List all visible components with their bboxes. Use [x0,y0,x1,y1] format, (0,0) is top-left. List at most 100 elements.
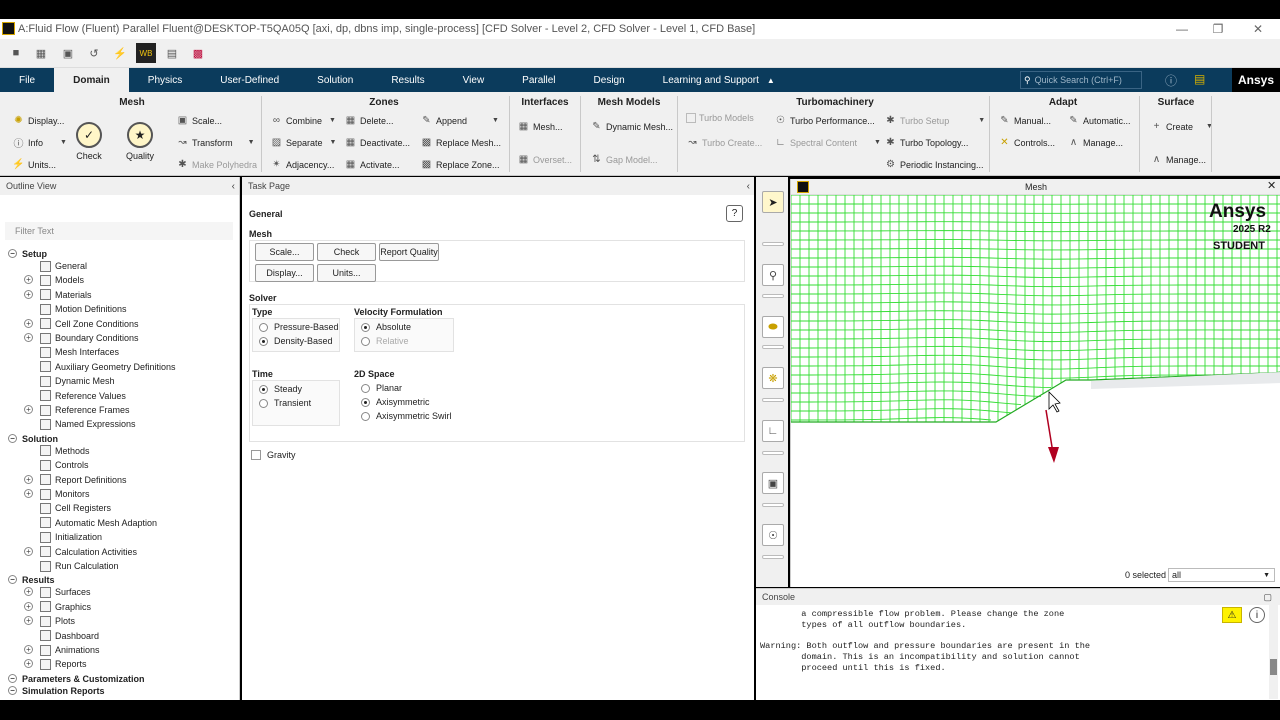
save-icon[interactable]: ▣ [60,45,76,61]
pointer-tool-icon[interactable]: ➤ [762,191,784,213]
tree-item-run-calculation[interactable]: Run Calculation [40,559,119,573]
tree-item-materials[interactable]: + Materials [24,288,92,302]
expand-icon[interactable]: + [24,659,33,669]
copy-image-icon[interactable]: ▣ [762,472,784,494]
axisymmetric-swirl-radio[interactable]: Axisymmetric Swirl [361,411,452,421]
tab-design[interactable]: Design [575,68,644,92]
collapse-icon[interactable]: − [8,249,17,258]
tab-physics[interactable]: Physics [129,68,201,92]
tab-learning-support[interactable]: Learning and Support [644,68,767,92]
tree-item-reports[interactable]: + Reports [24,657,87,671]
expand-icon[interactable]: + [24,405,33,414]
zones-deactivate-button[interactable]: ▦ Deactivate... [344,136,410,149]
toolbar-expander[interactable] [762,345,784,349]
dynamic-mesh-button[interactable]: ✎ Dynamic Mesh... [590,120,673,133]
adapt-manage-button[interactable]: ∧ Manage... [1067,136,1123,149]
collapse-icon[interactable]: − [8,433,17,443]
expand-icon[interactable]: + [24,289,33,299]
zones-delete-button[interactable]: ▦ Delete... [344,114,394,127]
zones-append-button[interactable]: ✎ Append ▼ [420,114,499,127]
zones-adjacency-button[interactable]: ✴ Adjacency... [270,158,334,171]
tree-item-reference-frames[interactable]: + Reference Frames [24,403,130,417]
expand-icon[interactable]: + [24,333,33,342]
tree-item-animations[interactable]: + Animations [24,643,100,657]
open-case-icon[interactable]: ▦ [33,45,49,61]
tree-item-controls[interactable]: Controls [40,458,89,472]
expand-icon[interactable]: + [24,601,33,611]
tab-results[interactable]: Results [372,68,443,92]
notes-icon[interactable]: ▤ [1194,72,1205,86]
turbo-setup-button[interactable]: ✱ Turbo Setup ▼ [884,114,985,127]
workbench-icon[interactable]: WB [136,43,156,63]
zones-combine-button[interactable]: ∞ Combine ▼ [270,114,336,127]
tree-item-methods[interactable]: Methods [40,444,90,458]
tab-file[interactable]: File [0,68,54,92]
make-polyhedra-button[interactable]: ✱ Make Polyhedra [176,158,257,171]
mesh-transform-button[interactable]: ↝ Transform ▼ [176,136,254,149]
tree-item-boundary-conditions[interactable]: + Boundary Conditions [24,331,139,345]
expand-icon[interactable]: ▢ [1263,592,1272,603]
mesh-quality-button[interactable]: ★ Quality [126,122,154,161]
turbo-create-button[interactable]: ↝ Turbo Create... [686,136,762,149]
mesh-info-button[interactable]: ⓘ Info ▼ [12,136,67,151]
tree-item-initialization[interactable]: Initialization [40,530,102,544]
expand-icon[interactable]: + [24,474,33,484]
axisymmetric-radio[interactable]: Axisymmetric [361,397,430,407]
check-button[interactable]: Check [317,243,376,261]
axes-icon[interactable]: ∟ [762,420,784,442]
tree-item-calculation-activities[interactable]: + Calculation Activities [24,545,137,559]
relative-radio[interactable]: Relative [361,336,409,346]
collapse-panel-icon[interactable]: ‹ [747,181,750,192]
report-icon[interactable]: ▤ [164,45,180,61]
zones-separate-button[interactable]: ▨ Separate ▼ [270,136,337,149]
tree-item-reference-values[interactable]: Reference Values [40,389,126,403]
gap-model-button[interactable]: ⇅ Gap Model... [590,153,657,166]
zones-replace-mesh-button[interactable]: ▩ Replace Mesh... [420,136,501,149]
collapse-icon[interactable]: − [8,673,17,683]
spectral-content-button[interactable]: ∟ Spectral Content ▼ [774,136,881,149]
tree-item-models[interactable]: + Models [24,273,84,287]
filter-text-input[interactable]: Filter Text [5,222,233,240]
close-icon[interactable]: ✕ [1267,179,1276,192]
console-scrollbar[interactable] [1269,605,1278,699]
tree-item-automatic-mesh-adaption[interactable]: Automatic Mesh Adaption [40,516,157,530]
expand-icon[interactable]: + [24,546,33,556]
tab-domain[interactable]: Domain [54,68,129,92]
tree-item-report-definitions[interactable]: + Report Definitions [24,473,127,487]
turbo-models-checkbox[interactable]: Turbo Models [686,113,754,123]
collapse-icon[interactable]: − [8,685,17,695]
tree-item-surfaces[interactable]: + Surfaces [24,585,91,599]
minimize-button[interactable]: — [1164,19,1200,39]
tab-view[interactable]: View [444,68,504,92]
console-scrollbar-thumb[interactable] [1270,659,1277,675]
toolbar-expander[interactable] [762,294,784,298]
mesh-canvas[interactable] [791,195,1280,569]
expand-icon[interactable]: + [24,587,33,597]
transient-radio[interactable]: Transient [259,398,311,408]
density-based-radio[interactable]: Density-Based [259,336,333,346]
mesh-display-button[interactable]: ✺ Display... [12,114,64,127]
interfaces-mesh-button[interactable]: ▦ Mesh... [517,120,563,133]
maximize-button[interactable]: ❐ [1200,19,1236,39]
absolute-radio[interactable]: Absolute [361,322,411,332]
tree-item-monitors[interactable]: + Monitors [24,487,90,501]
toolbar-expander[interactable] [762,503,784,507]
tab-solution[interactable]: Solution [298,68,372,92]
expand-icon[interactable]: + [24,616,33,626]
interfaces-overset-button[interactable]: ▦ Overset... [517,153,572,166]
tree-item-dynamic-mesh[interactable]: Dynamic Mesh [40,374,115,388]
help-icon[interactable]: ? [726,205,743,222]
mesh-check-button[interactable]: ✓ Check [76,122,102,161]
steady-radio[interactable]: Steady [259,384,302,394]
tree-simulation-reports[interactable]: − Simulation Reports [8,684,105,698]
open-icon[interactable]: ■ [8,45,24,61]
planar-radio[interactable]: Planar [361,383,402,393]
close-window-button[interactable]: ✕ [1240,19,1276,39]
tree-item-cell-zone-conditions[interactable]: + Cell Zone Conditions [24,317,139,331]
report-quality-button[interactable]: Report Quality [379,243,439,261]
gravity-checkbox[interactable]: Gravity [251,450,296,460]
tree-item-mesh-interfaces[interactable]: Mesh Interfaces [40,345,119,359]
turbo-topology-button[interactable]: ✱ Turbo Topology... [884,136,968,149]
expand-icon[interactable]: + [24,645,33,654]
tree-item-cell-registers[interactable]: Cell Registers [40,501,111,515]
